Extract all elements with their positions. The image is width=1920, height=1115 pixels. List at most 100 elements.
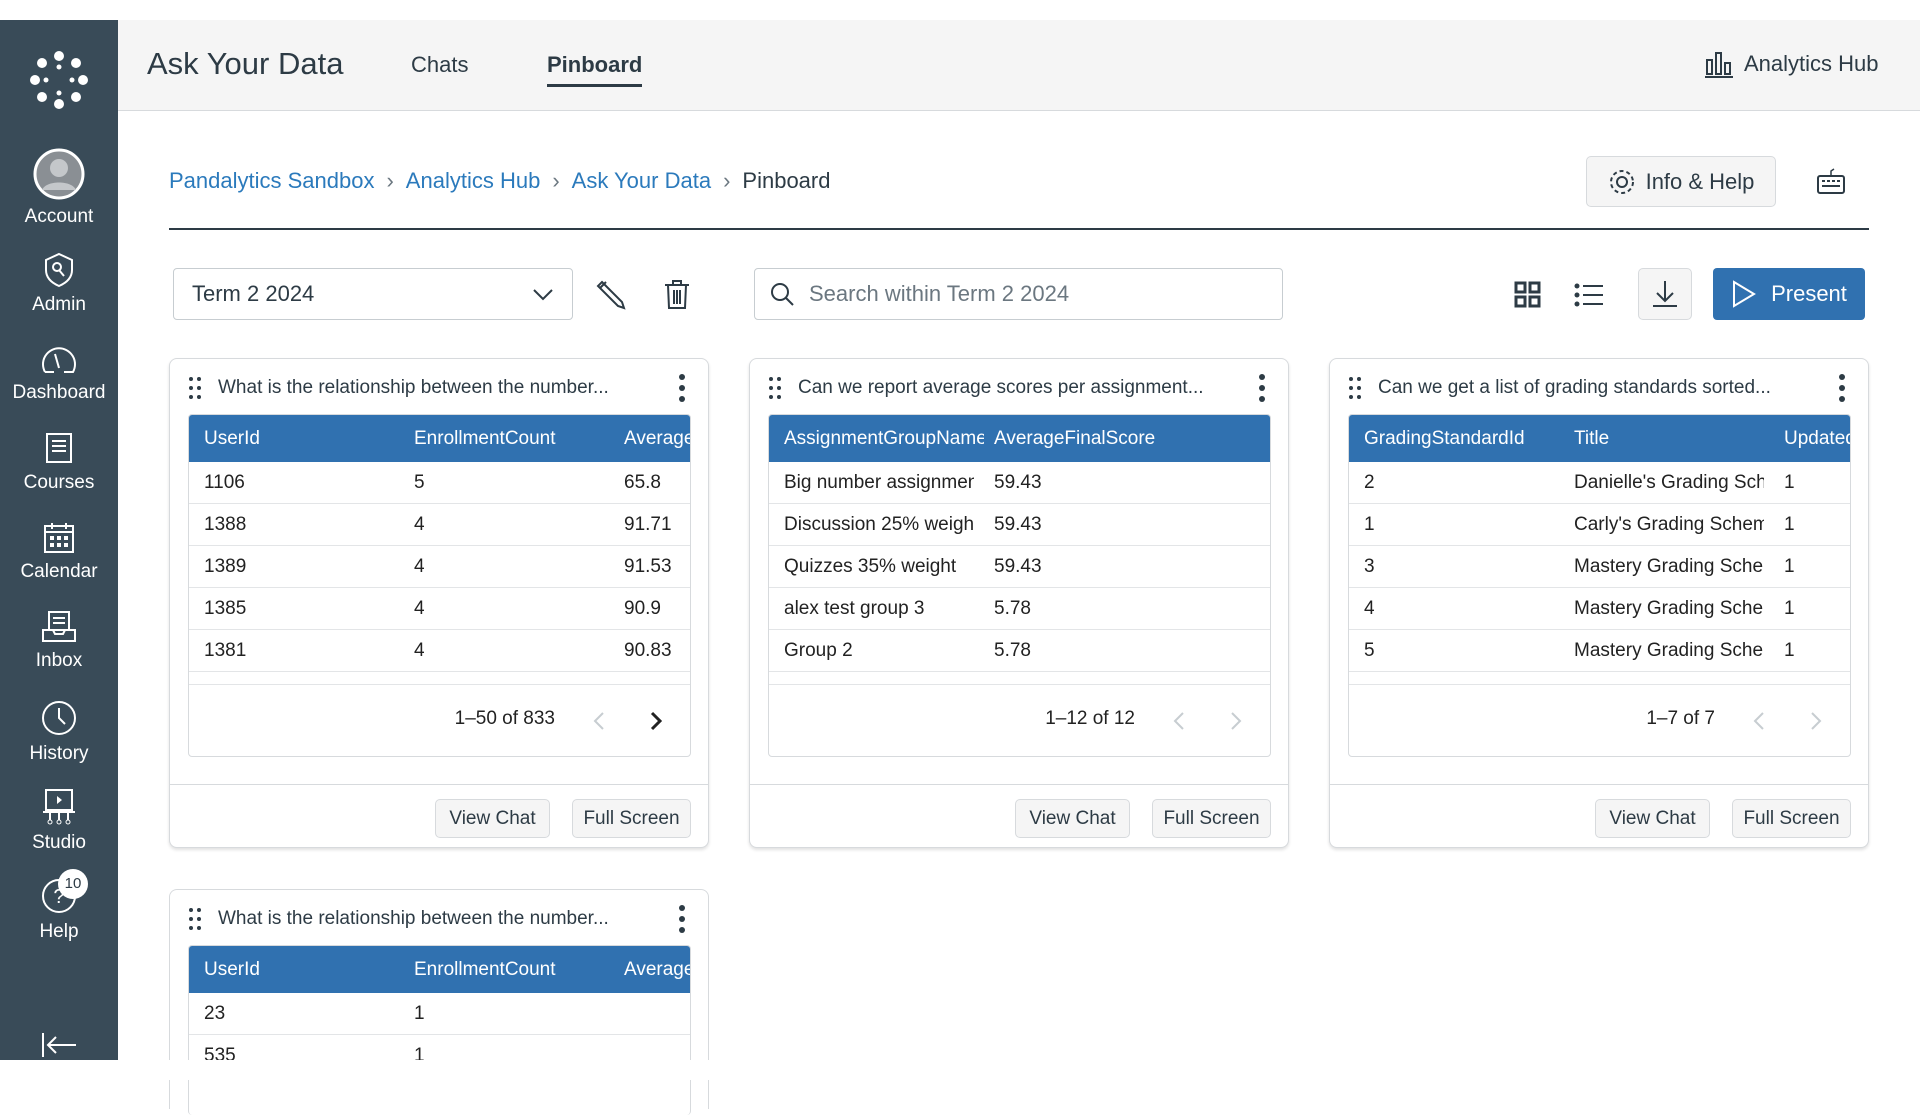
trash-icon[interactable] [662, 278, 692, 310]
studio-icon [43, 789, 75, 825]
drag-handle-icon[interactable] [188, 376, 202, 400]
breadcrumb-link[interactable]: Pandalytics Sandbox [169, 168, 374, 194]
next-page-icon[interactable] [1230, 711, 1242, 731]
table-cell [624, 993, 690, 1034]
sidebar-item-studio[interactable]: Studio [0, 788, 118, 854]
table-row: alex test group 3 5.78 [769, 588, 1270, 630]
card-title: What is the relationship between the num… [218, 377, 609, 398]
table-cell: 1 [1784, 639, 1795, 661]
pencil-icon[interactable] [596, 278, 628, 310]
analytics-hub-label: Analytics Hub [1744, 51, 1879, 76]
tab-pinboard[interactable]: Pinboard [547, 52, 643, 87]
clock-icon [42, 701, 76, 735]
more-options-icon[interactable] [1258, 373, 1266, 403]
table-cell: 4 [414, 639, 425, 661]
keyboard-icon[interactable] [1816, 168, 1846, 196]
column-header[interactable]: EnrollmentCount [414, 946, 614, 993]
chevron-right-icon: › [723, 168, 731, 193]
more-options-icon[interactable] [1838, 373, 1846, 403]
view-chat-button[interactable]: View Chat [435, 799, 550, 838]
sidebar-item-account[interactable]: Account [0, 148, 118, 228]
table-body[interactable]: Big number assignment 59.43 Discussion 25%… [769, 462, 1270, 684]
sidebar-item-help[interactable]: ? Help 10 [0, 869, 118, 943]
table-cell: 4 [414, 597, 425, 619]
column-header[interactable]: Title [1574, 415, 1774, 462]
search-input[interactable]: Search within Term 2 2024 [754, 268, 1283, 320]
next-page-icon[interactable] [1810, 711, 1822, 731]
search-icon [771, 283, 794, 306]
sidebar-item-courses[interactable]: Courses [0, 432, 118, 494]
table-cell: 59.43 [994, 471, 1042, 493]
download-button[interactable] [1638, 268, 1692, 320]
full-screen-button[interactable]: Full Screen [1152, 799, 1271, 838]
view-chat-button[interactable]: View Chat [1015, 799, 1130, 838]
grid-view-icon[interactable] [1514, 281, 1541, 308]
table-header-row: UserId EnrollmentCount Average [189, 946, 690, 993]
column-header[interactable]: EnrollmentCount [414, 415, 614, 462]
drag-handle-icon[interactable] [768, 376, 782, 400]
calendar-icon [44, 523, 74, 553]
sidebar-item-history[interactable]: History [0, 699, 118, 765]
table-row: 4 Mastery Grading Scheme 1 [1349, 588, 1850, 630]
pagination: 1–7 of 7 [1349, 684, 1850, 756]
sidebar-item-admin[interactable]: Admin [0, 252, 118, 316]
card-header: What is the relationship between the num… [188, 904, 690, 934]
table-cell: 2 [1364, 471, 1375, 493]
table-body[interactable]: 23 1 535 1 [189, 993, 690, 1115]
breadcrumb-link[interactable]: Analytics Hub [406, 168, 541, 194]
column-header[interactable]: Average [624, 946, 690, 993]
table-row: 3 Mastery Grading Scheme 1 [1349, 546, 1850, 588]
view-chat-button[interactable]: View Chat [1595, 799, 1710, 838]
more-options-icon[interactable] [678, 904, 686, 934]
drag-handle-icon[interactable] [188, 907, 202, 931]
canvas-logo-icon[interactable] [29, 50, 89, 110]
sidebar-item-inbox[interactable]: Inbox [0, 610, 118, 672]
table-row [1349, 672, 1850, 684]
collapse-nav-icon[interactable] [40, 1030, 78, 1060]
previous-page-icon[interactable] [1173, 711, 1185, 731]
table-cell: 1 [414, 1002, 425, 1024]
column-header[interactable]: AverageFinalScore [994, 415, 1194, 462]
pagination: 1–50 of 833 [189, 684, 690, 756]
table-row [769, 672, 1270, 684]
pinboard-select[interactable]: Term 2 2024 [173, 268, 573, 320]
column-header[interactable]: GradingStandardId [1364, 415, 1564, 462]
result-table: AssignmentGroupName AverageFinalScore Big … [768, 414, 1271, 757]
pagination-range: 1–12 of 12 [1045, 708, 1135, 729]
more-options-icon[interactable] [678, 373, 686, 403]
result-table: GradingStandardId Title Updated 2 Danielle's… [1348, 414, 1851, 757]
full-screen-button[interactable]: Full Screen [572, 799, 691, 838]
table-row: 1 Carly's Grading Scheme 1 [1349, 504, 1850, 546]
info-help-button[interactable]: Info & Help [1586, 156, 1776, 207]
analytics-hub-link[interactable]: Analytics Hub [1704, 50, 1879, 78]
table-cell: Mastery Grading Scheme [1574, 639, 1764, 661]
column-header[interactable]: Updated [1784, 415, 1850, 462]
table-row: Group 2 5.78 [769, 630, 1270, 672]
table-cell: 1 [1784, 597, 1795, 619]
column-header[interactable]: UserId [204, 946, 404, 993]
previous-page-icon[interactable] [1753, 711, 1765, 731]
list-view-icon[interactable] [1574, 283, 1604, 307]
sidebar-item-calendar[interactable]: Calendar [0, 521, 118, 583]
table-body[interactable]: 2 Danielle's Grading Scheme 1 1 Carly's Grad… [1349, 462, 1850, 684]
drag-handle-icon[interactable] [1348, 376, 1362, 400]
column-header[interactable]: AssignmentGroupName [784, 415, 984, 462]
pinboard-select-value: Term 2 2024 [192, 281, 315, 306]
card-header: Can we get a list of grading standards s… [1348, 373, 1850, 403]
table-cell: 1 [1784, 555, 1795, 577]
sidebar-item-dashboard[interactable]: Dashboard [0, 342, 118, 404]
table-cell: 1 [1364, 513, 1375, 535]
tab-chats[interactable]: Chats [411, 52, 468, 78]
sidebar-item-label: Calendar [20, 561, 98, 582]
column-header[interactable]: UserId [204, 415, 404, 462]
previous-page-icon[interactable] [593, 711, 605, 731]
table-body[interactable]: 1106 5 65.8 1388 4 91.71 1389 4 91.53 1385 4 90.9 13… [189, 462, 690, 684]
table-cell: 1389 [204, 555, 247, 577]
breadcrumb-link[interactable]: Ask Your Data [572, 168, 711, 194]
card-footer: View Chat Full Screen [170, 784, 708, 838]
present-button[interactable]: Present [1713, 268, 1865, 320]
column-header[interactable]: Average [624, 415, 690, 462]
table-row [189, 672, 690, 684]
full-screen-button[interactable]: Full Screen [1732, 799, 1851, 838]
next-page-icon[interactable] [650, 711, 662, 731]
